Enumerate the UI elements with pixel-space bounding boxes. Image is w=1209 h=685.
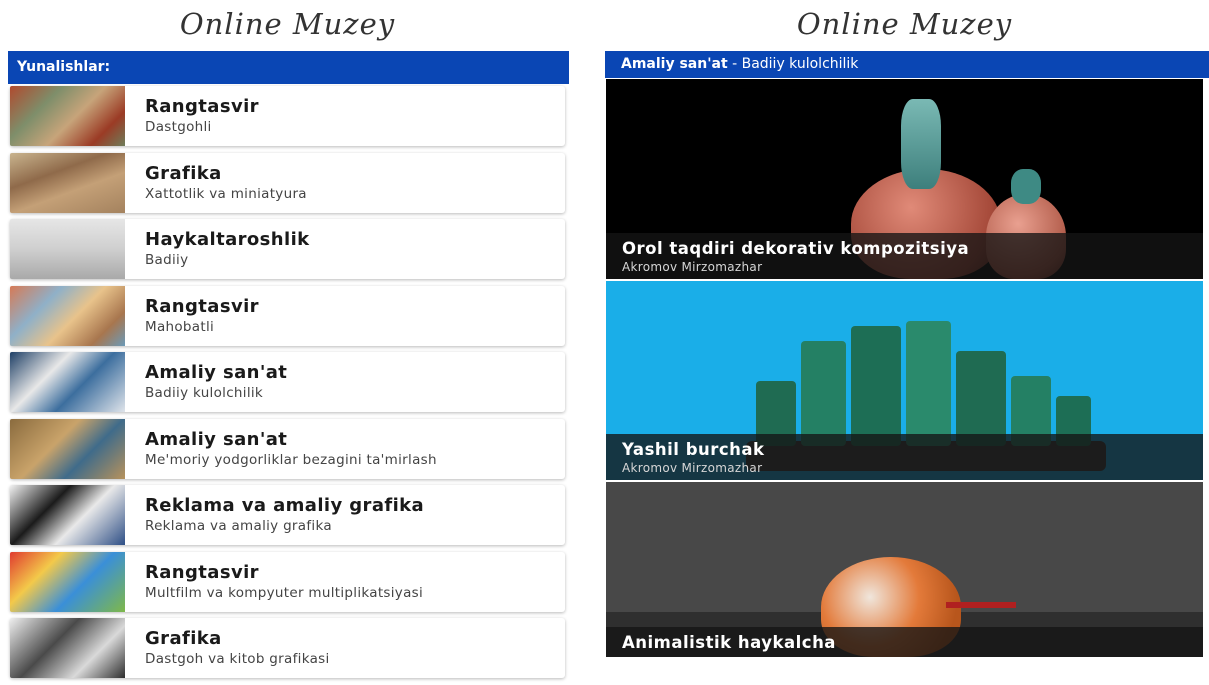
item-thumbnail bbox=[10, 219, 125, 279]
artwork-title: Animalistik haykalcha bbox=[622, 633, 836, 652]
item-thumbnail bbox=[10, 285, 125, 346]
category-header: Amaliy san'at - Badiiy kulolchilik bbox=[605, 51, 1209, 78]
app-logo: Online Muzey bbox=[796, 7, 1013, 41]
artwork-author: Akromov Mirzomazhar bbox=[622, 461, 763, 475]
list-item[interactable]: Rangtasvir Dastgohli bbox=[10, 86, 565, 146]
list-item[interactable]: Haykaltaroshlik Badiiy bbox=[10, 219, 565, 279]
item-title: Rangtasvir bbox=[145, 295, 259, 317]
item-subtitle: Me'moriy yodgorliklar bezagini ta'mirlas… bbox=[145, 451, 437, 468]
item-subtitle: Badiiy kulolchilik bbox=[145, 385, 264, 401]
artwork-title: Orol taqdiri dekorativ kompozitsiya bbox=[622, 239, 970, 258]
subcategory-name: - Badiiy kulolchilik bbox=[727, 56, 859, 72]
item-title: Amaliy san'at bbox=[145, 428, 288, 450]
item-title: Grafika bbox=[145, 628, 222, 649]
item-subtitle: Badiiy bbox=[145, 252, 189, 268]
item-title: Reklama va amaliy grafika bbox=[145, 495, 425, 516]
list-item[interactable]: Amaliy san'at Me'moriy yodgorliklar beza… bbox=[10, 418, 565, 479]
item-subtitle: Reklama va amaliy grafika bbox=[145, 518, 332, 534]
artwork-author: Akromov Mirzomazhar bbox=[622, 260, 763, 274]
item-subtitle: Multfilm va kompyuter multiplikatsiyasi bbox=[145, 584, 424, 601]
item-subtitle: Xattotlik va miniatyura bbox=[145, 185, 307, 202]
artwork-caption: Yashil burchak Akromov Mirzomazhar bbox=[606, 434, 1203, 480]
list-item[interactable]: Grafika Dastgoh va kitob grafikasi bbox=[10, 618, 565, 678]
item-thumbnail bbox=[10, 618, 125, 678]
item-title: Rangtasvir bbox=[145, 96, 259, 117]
item-title: Amaliy san'at bbox=[145, 362, 288, 383]
item-thumbnail bbox=[10, 485, 125, 545]
item-thumbnail bbox=[10, 551, 125, 612]
item-title: Haykaltaroshlik bbox=[145, 229, 310, 250]
artwork-card[interactable]: Yashil burchak Akromov Mirzomazhar bbox=[606, 281, 1203, 480]
item-thumbnail bbox=[10, 418, 125, 479]
category-name: Amaliy san'at bbox=[621, 56, 728, 72]
list-item[interactable]: Amaliy san'at Badiiy kulolchilik bbox=[10, 352, 565, 412]
directions-screen: Online Muzey Yunalishlar: Rangtasvir Das… bbox=[0, 0, 575, 678]
item-subtitle: Mahobatli bbox=[145, 318, 215, 335]
item-thumbnail bbox=[10, 86, 125, 146]
item-thumbnail bbox=[10, 152, 125, 213]
list-item[interactable]: Rangtasvir Multfilm va kompyuter multipl… bbox=[10, 551, 565, 612]
list-item[interactable]: Reklama va amaliy grafika Reklama va ama… bbox=[10, 485, 565, 545]
artwork-caption: Animalistik haykalcha bbox=[606, 627, 1203, 657]
artwork-card[interactable]: Animalistik haykalcha bbox=[606, 482, 1203, 657]
item-subtitle: Dastgoh va kitob grafikasi bbox=[145, 651, 330, 667]
directions-header: Yunalishlar: bbox=[8, 51, 569, 84]
artwork-title: Yashil burchak bbox=[622, 440, 765, 459]
item-thumbnail bbox=[10, 352, 125, 412]
list-item[interactable]: Grafika Xattotlik va miniatyura bbox=[10, 152, 565, 213]
artwork-caption: Orol taqdiri dekorativ kompozitsiya Akro… bbox=[606, 233, 1203, 279]
artwork-card[interactable]: Orol taqdiri dekorativ kompozitsiya Akro… bbox=[606, 79, 1203, 279]
directions-list: Rangtasvir Dastgohli Grafika Xattotlik v… bbox=[10, 86, 565, 685]
gallery-screen: Online Muzey Amaliy san'at - Badiiy kulo… bbox=[600, 0, 1209, 657]
item-title: Grafika bbox=[145, 162, 222, 184]
item-subtitle: Dastgohli bbox=[145, 119, 212, 135]
list-item[interactable]: Rangtasvir Mahobatli bbox=[10, 285, 565, 346]
item-title: Rangtasvir bbox=[145, 561, 259, 583]
app-logo: Online Muzey bbox=[179, 7, 396, 41]
